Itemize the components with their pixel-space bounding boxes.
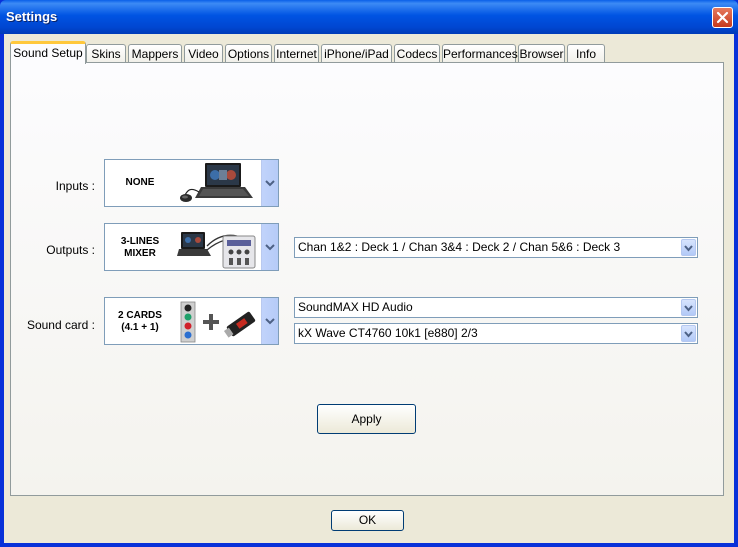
chevron-down-icon [684,305,693,312]
sound-card-1-dropdown-button[interactable] [681,299,696,316]
sound-setup-panel: Inputs : NONE Outputs: 3-LINES MIXER Ch… [10,62,724,496]
outputs-picker-text-line2: MIXER [124,248,156,259]
apply-button[interactable]: Apply [317,404,416,434]
sound-card-1-value: SoundMAX HD Audio [298,300,413,314]
tab-sound-setup[interactable]: Sound Setup [10,41,86,64]
outputs-channels-value: Chan 1&2 : Deck 1 / Chan 3&4 : Deck 2 / … [298,240,621,254]
sound-card-1-select[interactable]: SoundMAX HD Audio [294,297,698,318]
outputs-picker-dropdown[interactable] [261,224,278,270]
outputs-channels-dropdown-button[interactable] [681,239,696,256]
tab-options[interactable]: Options [225,44,272,63]
chevron-down-icon [265,318,275,325]
chevron-down-icon [684,331,693,338]
tab-browser[interactable]: Browser [518,44,565,63]
audio-jacks-plus-usb-card-icon [180,301,256,343]
title-bar[interactable]: Settings [0,0,738,34]
tab-internet[interactable]: Internet [274,44,319,63]
tab-codecs[interactable]: Codecs [394,44,440,63]
tab-video[interactable]: Video [184,44,223,63]
sound-card-picker-text-line1: 2 CARDS [118,310,162,321]
sound-card-2-value: kX Wave CT4760 10k1 [e880] 2/3 [298,326,478,340]
tab-performances[interactable]: Performances [442,44,518,63]
dialog-body: Sound Setup Skins Mappers Video Options … [4,34,734,543]
sound-card-picker[interactable]: 2 CARDS (4.1 + 1) [104,297,279,345]
sound-card-label: Sound card : [26,318,95,332]
chevron-down-icon [684,245,693,252]
outputs-label: Outputs : [46,243,95,257]
tab-mappers[interactable]: Mappers [128,44,182,63]
outputs-picker[interactable]: 3-LINES MIXER [104,223,279,271]
outputs-channels-select[interactable]: Chan 1&2 : Deck 1 / Chan 3&4 : Deck 2 / … [294,237,698,258]
laptop-with-mouse-icon [180,163,253,202]
sound-card-picker-text-line2: (4.1 + 1) [121,322,159,333]
tab-skins[interactable]: Skins [86,44,126,63]
settings-window: Settings Sound Setup Skins Mappers Video… [0,0,738,547]
outputs-picker-text-line1: 3-LINES [120,236,160,247]
tab-info[interactable]: Info [567,44,605,63]
tab-iphone-ipad[interactable]: iPhone/iPad [321,44,392,63]
chevron-down-icon [265,180,275,187]
ok-button[interactable]: OK [331,510,404,531]
laptop-with-mixer-icon [177,232,256,269]
sound-card-2-dropdown-button[interactable] [681,325,696,342]
close-button[interactable] [712,7,733,28]
inputs-picker-text: NONE [125,177,155,188]
close-icon [716,11,729,24]
inputs-picker-dropdown[interactable] [261,160,278,206]
window-title: Settings [6,9,58,24]
inputs-picker[interactable]: NONE [104,159,279,207]
sound-card-picker-dropdown[interactable] [261,298,278,344]
inputs-label: Inputs : [55,179,95,193]
chevron-down-icon [265,244,275,251]
sound-card-2-select[interactable]: kX Wave CT4760 10k1 [e880] 2/3 [294,323,698,344]
